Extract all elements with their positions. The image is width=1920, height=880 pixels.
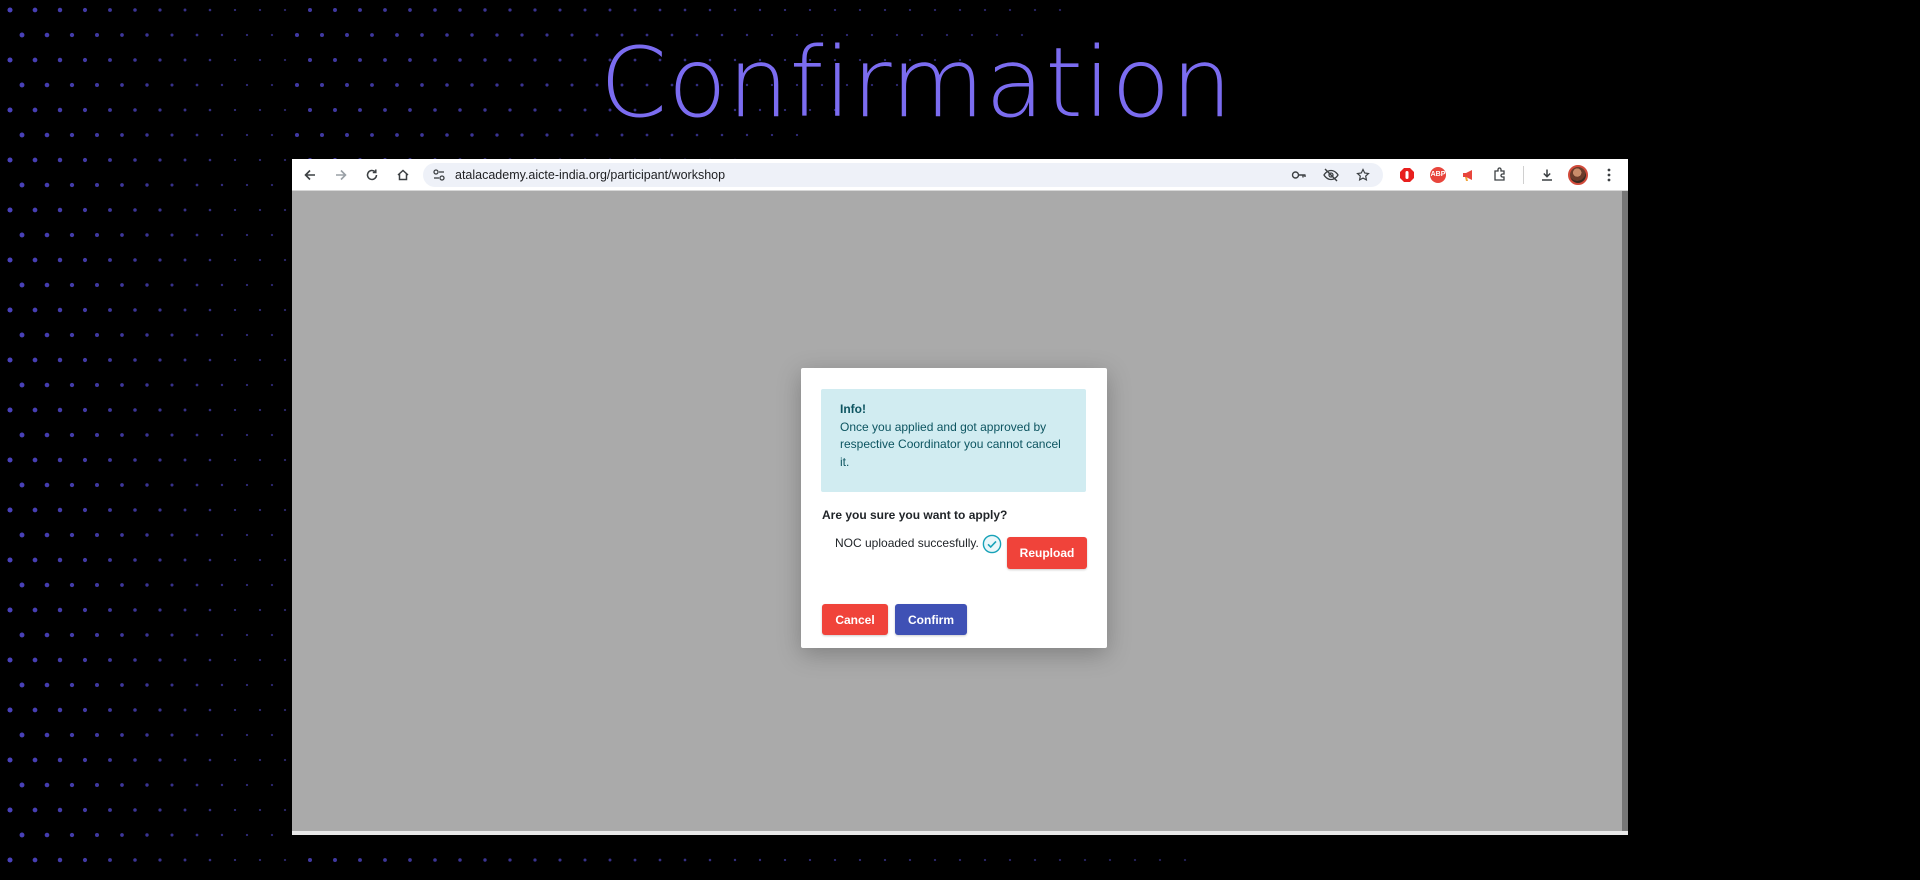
adblock-icon[interactable]	[1393, 161, 1421, 189]
extensions: ABP	[1393, 161, 1623, 189]
forward-icon[interactable]	[327, 161, 355, 189]
vertical-scrollbar[interactable]	[1622, 191, 1628, 831]
puzzle-icon[interactable]	[1486, 161, 1514, 189]
cancel-button[interactable]: Cancel	[822, 604, 888, 635]
reupload-button[interactable]: Reupload	[1007, 537, 1087, 569]
alert-title: Info!	[840, 402, 866, 416]
toolbar-divider	[1523, 165, 1524, 184]
url-text[interactable]: atalacademy.aicte-india.org/participant/…	[455, 168, 1285, 182]
browser-window: atalacademy.aicte-india.org/participant/…	[292, 159, 1628, 835]
confirm-button[interactable]: Confirm	[895, 604, 967, 635]
alert-message: Once you applied and got approved by res…	[840, 419, 1061, 469]
back-icon[interactable]	[296, 161, 324, 189]
profile-avatar[interactable]	[1564, 161, 1592, 189]
nav-buttons	[292, 161, 417, 189]
reload-icon[interactable]	[358, 161, 386, 189]
info-alert: Info! Once you applied and got approved …	[821, 389, 1086, 492]
menu-dots-icon[interactable]	[1595, 161, 1623, 189]
confirmation-question: Are you sure you want to apply?	[822, 508, 1008, 522]
eye-off-icon[interactable]	[1317, 161, 1345, 189]
star-icon[interactable]	[1349, 161, 1377, 189]
download-icon[interactable]	[1533, 161, 1561, 189]
home-icon[interactable]	[389, 161, 417, 189]
avatar-image	[1568, 164, 1588, 185]
horizontal-scrollbar[interactable]	[292, 831, 1628, 835]
slide: Confirmation atalacademy.aicte-india.org…	[0, 0, 1920, 880]
noc-status-text: NOC uploaded succesfully.	[835, 536, 979, 550]
browser-toolbar: atalacademy.aicte-india.org/participant/…	[292, 159, 1628, 191]
check-circle-icon	[982, 534, 1002, 554]
adblock-plus-label: ABP	[1430, 166, 1446, 183]
confirmation-modal: Info! Once you applied and got approved …	[801, 368, 1107, 648]
adblock-plus-icon[interactable]: ABP	[1424, 161, 1452, 189]
password-key-icon[interactable]	[1285, 161, 1313, 189]
address-bar[interactable]: atalacademy.aicte-india.org/participant/…	[423, 161, 1383, 189]
megaphone-icon[interactable]	[1455, 161, 1483, 189]
slide-title: Confirmation	[600, 27, 1234, 139]
site-settings-icon[interactable]	[429, 165, 449, 185]
